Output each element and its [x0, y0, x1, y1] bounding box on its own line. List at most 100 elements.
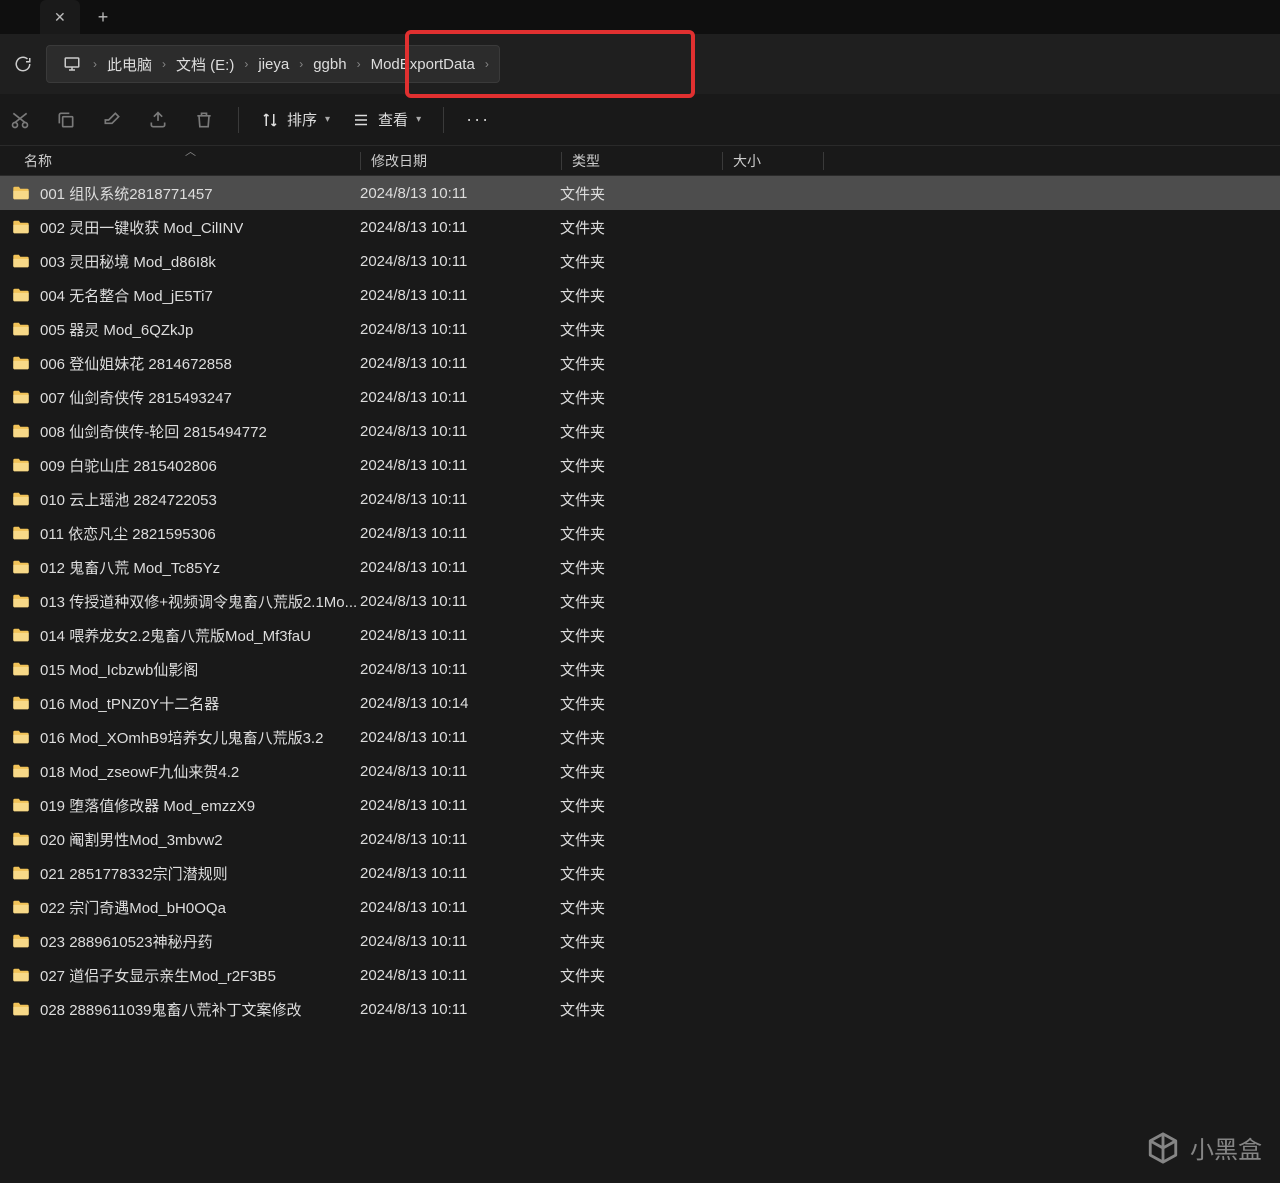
- file-name: 012 鬼畜八荒 Mod_Tc85Yz: [40, 557, 220, 578]
- column-header-size[interactable]: 大小: [723, 151, 823, 171]
- file-type: 文件夹: [560, 557, 720, 578]
- refresh-icon[interactable]: [8, 49, 38, 79]
- file-type: 文件夹: [560, 965, 720, 986]
- table-row[interactable]: 019 堕落值修改器 Mod_emzzX92024/8/13 10:11文件夹: [0, 788, 1280, 822]
- file-type: 文件夹: [560, 251, 720, 272]
- file-date: 2024/8/13 10:11: [360, 763, 560, 780]
- file-name: 010 云上瑶池 2824722053: [40, 489, 217, 510]
- table-row[interactable]: 010 云上瑶池 28247220532024/8/13 10:11文件夹: [0, 482, 1280, 516]
- table-row[interactable]: 012 鬼畜八荒 Mod_Tc85Yz 2024/8/13 10:11文件夹: [0, 550, 1280, 584]
- breadcrumb-item[interactable]: 文档 (E:): [172, 50, 238, 79]
- file-name: 028 2889611039鬼畜八荒补丁文案修改: [40, 999, 302, 1020]
- table-row[interactable]: 006 登仙姐妹花 28146728582024/8/13 10:11文件夹: [0, 346, 1280, 380]
- chevron-right-icon: ›: [244, 57, 248, 71]
- file-name: 003 灵田秘境 Mod_d86I8k: [40, 251, 216, 272]
- file-name-cell: 022 宗门奇遇Mod_bH0OQa: [0, 897, 360, 918]
- rename-icon[interactable]: [100, 108, 124, 132]
- file-name-cell: 016 Mod_tPNZ0Y十二名器: [0, 693, 360, 714]
- file-type: 文件夹: [560, 285, 720, 306]
- column-header-type[interactable]: 类型: [562, 151, 722, 171]
- table-row[interactable]: 007 仙剑奇侠传 28154932472024/8/13 10:11文件夹: [0, 380, 1280, 414]
- file-name-cell: 027 道侣子女显示亲生Mod_r2F3B5: [0, 965, 360, 986]
- table-row[interactable]: 027 道侣子女显示亲生Mod_r2F3B52024/8/13 10:11文件夹: [0, 958, 1280, 992]
- delete-icon[interactable]: [192, 108, 216, 132]
- table-row[interactable]: 016 Mod_XOmhB9培养女儿鬼畜八荒版3.2 2024/8/13 10:1…: [0, 720, 1280, 754]
- table-row[interactable]: 004 无名整合 Mod_jE5Ti72024/8/13 10:11文件夹: [0, 278, 1280, 312]
- divider: [238, 107, 239, 133]
- table-row[interactable]: 023 2889610523神秘丹药2024/8/13 10:11文件夹: [0, 924, 1280, 958]
- chevron-down-icon: ▾: [325, 114, 330, 125]
- file-name: 016 Mod_XOmhB9培养女儿鬼畜八荒版3.2: [40, 727, 323, 748]
- tab-bar: ✕ +: [0, 0, 1280, 34]
- table-row[interactable]: 016 Mod_tPNZ0Y十二名器2024/8/13 10:14文件夹: [0, 686, 1280, 720]
- breadcrumb-item[interactable]: ModExportData: [367, 52, 479, 77]
- file-type: 文件夹: [560, 183, 720, 204]
- file-name: 004 无名整合 Mod_jE5Ti7: [40, 285, 213, 306]
- file-type: 文件夹: [560, 761, 720, 782]
- file-name: 008 仙剑奇侠传-轮回 2815494772: [40, 421, 267, 442]
- file-name-cell: 002 灵田一键收获 Mod_CilINV: [0, 217, 360, 238]
- file-name: 018 Mod_zseowF九仙来贺4.2: [40, 761, 239, 782]
- file-date: 2024/8/13 10:11: [360, 933, 560, 950]
- chevron-right-icon: ›: [299, 57, 303, 71]
- copy-icon[interactable]: [54, 108, 78, 132]
- table-row[interactable]: 020 阉割男性Mod_3mbvw22024/8/13 10:11文件夹: [0, 822, 1280, 856]
- file-name: 007 仙剑奇侠传 2815493247: [40, 387, 232, 408]
- breadcrumb-item[interactable]: jieya: [254, 52, 293, 77]
- table-row[interactable]: 015 Mod_Icbzwb仙影阁2024/8/13 10:11文件夹: [0, 652, 1280, 686]
- cut-icon[interactable]: [8, 108, 32, 132]
- file-type: 文件夹: [560, 727, 720, 748]
- table-row[interactable]: 014 喂养龙女2.2鬼畜八荒版Mod_Mf3faU2024/8/13 10:1…: [0, 618, 1280, 652]
- file-date: 2024/8/13 10:11: [360, 865, 560, 882]
- share-icon[interactable]: [146, 108, 170, 132]
- file-type: 文件夹: [560, 591, 720, 612]
- chevron-right-icon: ›: [485, 57, 489, 71]
- table-row[interactable]: 008 仙剑奇侠传-轮回 28154947722024/8/13 10:11文件…: [0, 414, 1280, 448]
- table-row[interactable]: 018 Mod_zseowF九仙来贺4.2 2024/8/13 10:11文件夹: [0, 754, 1280, 788]
- breadcrumb-item[interactable]: 此电脑: [103, 50, 156, 79]
- file-date: 2024/8/13 10:11: [360, 559, 560, 576]
- table-row[interactable]: 021 2851778332宗门潜规则2024/8/13 10:11文件夹: [0, 856, 1280, 890]
- table-row[interactable]: 002 灵田一键收获 Mod_CilINV2024/8/13 10:11文件夹: [0, 210, 1280, 244]
- file-type: 文件夹: [560, 693, 720, 714]
- view-label: 查看: [378, 109, 408, 130]
- file-name: 005 器灵 Mod_6QZkJp: [40, 319, 193, 340]
- table-row[interactable]: 022 宗门奇遇Mod_bH0OQa2024/8/13 10:11文件夹: [0, 890, 1280, 924]
- view-button[interactable]: 查看 ▾: [352, 109, 421, 130]
- file-date: 2024/8/13 10:11: [360, 661, 560, 678]
- monitor-icon[interactable]: [57, 49, 87, 79]
- file-date: 2024/8/13 10:11: [360, 729, 560, 746]
- table-row[interactable]: 001 组队系统28187714572024/8/13 10:11文件夹: [0, 176, 1280, 210]
- file-name-cell: 009 白驼山庄 2815402806: [0, 455, 360, 476]
- file-name-cell: 013 传授道种双修+视频调令鬼畜八荒版2.1Mo...: [0, 591, 360, 612]
- file-type: 文件夹: [560, 387, 720, 408]
- table-row[interactable]: 003 灵田秘境 Mod_d86I8k2024/8/13 10:11文件夹: [0, 244, 1280, 278]
- active-tab[interactable]: ✕: [40, 0, 80, 34]
- file-type: 文件夹: [560, 217, 720, 238]
- sort-button[interactable]: 排序 ▾: [261, 109, 330, 130]
- file-date: 2024/8/13 10:11: [360, 423, 560, 440]
- file-date: 2024/8/13 10:11: [360, 797, 560, 814]
- breadcrumb-item[interactable]: ggbh: [309, 52, 350, 77]
- table-row[interactable]: 011 依恋凡尘 28215953062024/8/13 10:11文件夹: [0, 516, 1280, 550]
- file-name: 009 白驼山庄 2815402806: [40, 455, 217, 476]
- file-name: 006 登仙姐妹花 2814672858: [40, 353, 232, 374]
- file-name-cell: 015 Mod_Icbzwb仙影阁: [0, 659, 360, 680]
- table-row[interactable]: 013 传授道种双修+视频调令鬼畜八荒版2.1Mo...2024/8/13 10…: [0, 584, 1280, 618]
- table-row[interactable]: 005 器灵 Mod_6QZkJp2024/8/13 10:11文件夹: [0, 312, 1280, 346]
- column-divider[interactable]: [823, 152, 824, 170]
- file-name-cell: 006 登仙姐妹花 2814672858: [0, 353, 360, 374]
- close-tab-icon[interactable]: ✕: [54, 9, 66, 26]
- column-header-date[interactable]: 修改日期: [361, 151, 561, 171]
- column-header-name[interactable]: 名称: [0, 151, 360, 171]
- file-name-cell: 011 依恋凡尘 2821595306: [0, 523, 360, 544]
- new-tab-button[interactable]: +: [98, 7, 109, 28]
- breadcrumb-container[interactable]: › 此电脑›文档 (E:)›jieya›ggbh›ModExportData›: [46, 45, 500, 83]
- more-icon[interactable]: ···: [466, 109, 490, 130]
- file-name: 021 2851778332宗门潜规则: [40, 863, 228, 884]
- file-date: 2024/8/13 10:11: [360, 185, 560, 202]
- file-name-cell: 020 阉割男性Mod_3mbvw2: [0, 829, 360, 850]
- table-row[interactable]: 028 2889611039鬼畜八荒补丁文案修改2024/8/13 10:11文…: [0, 992, 1280, 1026]
- watermark: 小黑盒: [1146, 1130, 1262, 1165]
- table-row[interactable]: 009 白驼山庄 28154028062024/8/13 10:11文件夹: [0, 448, 1280, 482]
